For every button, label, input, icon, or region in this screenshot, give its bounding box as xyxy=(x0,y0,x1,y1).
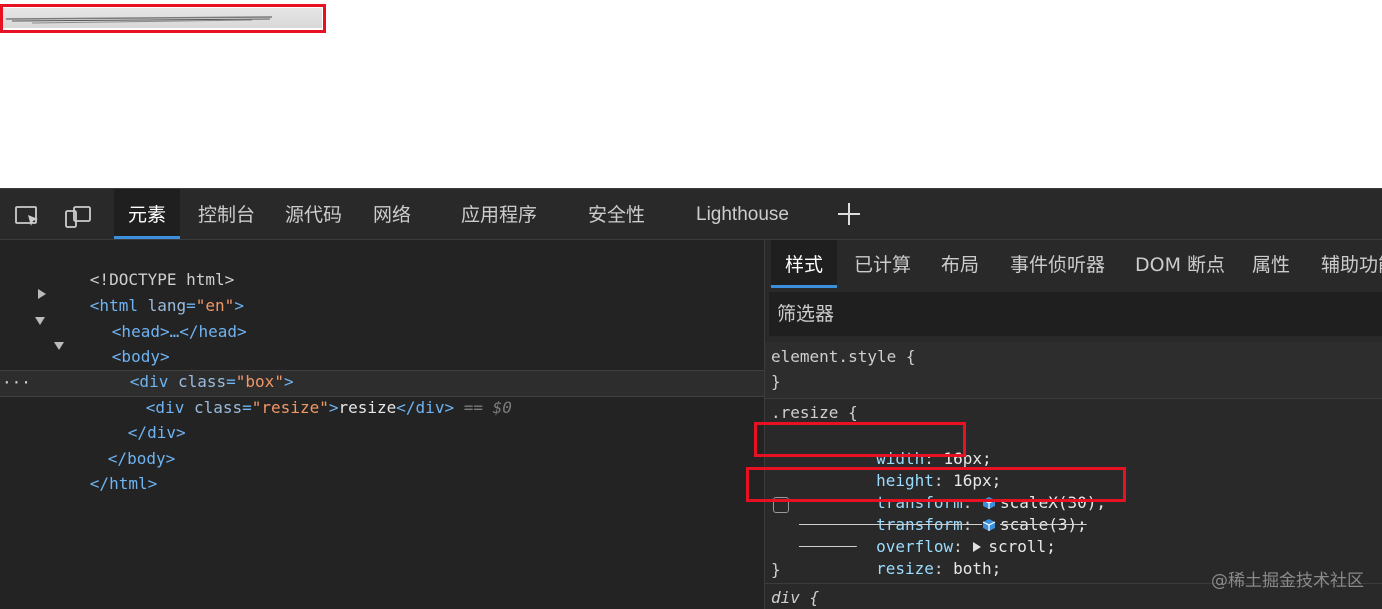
elements-tree: <!DOCTYPE html> <html lang="en"> <head>…… xyxy=(0,240,764,609)
div-close-line[interactable]: </div> xyxy=(70,395,186,442)
resize-rule-close: } xyxy=(771,560,781,579)
resize-selector[interactable]: .resize { xyxy=(771,402,858,424)
doctype-line[interactable]: <!DOCTYPE html> xyxy=(32,242,235,289)
resize-class-attr: class xyxy=(193,398,243,417)
collapse-triangle-icon[interactable] xyxy=(34,316,46,326)
tab-lighthouse[interactable]: Lighthouse xyxy=(696,189,789,239)
tab-application[interactable]: 应用程序 xyxy=(461,189,537,239)
devtools-panel: 元素 控制台 源代码 网络 应用程序 安全性 Lighthouse <!DOCT… xyxy=(0,188,1382,609)
html-open-line[interactable]: <html lang="en"> xyxy=(32,268,244,315)
tab-dom-breakpoints[interactable]: DOM 断点 xyxy=(1135,240,1225,288)
body-close-line[interactable]: </body> xyxy=(50,421,175,468)
page-viewport xyxy=(0,0,1382,188)
watermark: @稀土掘金技术社区 xyxy=(1211,571,1364,591)
declaration-resize[interactable]: resize: both; xyxy=(799,536,1001,578)
tab-security[interactable]: 安全性 xyxy=(588,189,645,239)
ellipsis-icon[interactable]: ··· xyxy=(2,370,31,395)
tab-network[interactable]: 网络 xyxy=(373,189,411,239)
tab-elements[interactable]: 元素 xyxy=(114,189,181,239)
add-tab-icon[interactable] xyxy=(836,201,862,227)
html-close-line[interactable]: </html> xyxy=(32,446,157,493)
tab-properties[interactable]: 属性 xyxy=(1252,240,1290,288)
expand-triangle-icon[interactable] xyxy=(37,288,47,300)
declaration-overflow[interactable]: overflow: scroll; xyxy=(799,514,1056,556)
resize-close-tag: </div> xyxy=(396,398,455,417)
devtools-toolbar: 元素 控制台 源代码 网络 应用程序 安全性 Lighthouse xyxy=(0,188,1382,240)
box-div-line[interactable]: <div class="box"> xyxy=(72,344,294,391)
selected-marker: == $0 xyxy=(463,398,512,417)
tab-layout[interactable]: 布局 xyxy=(941,240,979,288)
html-close-tag: </html> xyxy=(89,474,158,493)
body-open-line[interactable]: <body> xyxy=(54,319,170,366)
prop-name: resize xyxy=(876,559,934,578)
element-style-rule: element.style { } xyxy=(765,342,1382,399)
head-line[interactable]: <head>…</head> xyxy=(54,294,247,341)
div-selector[interactable]: div { xyxy=(771,587,819,609)
resize-div-line[interactable]: <div class="resize">resize</div> == $0 xyxy=(88,370,512,417)
tab-console[interactable]: 控制台 xyxy=(198,189,255,239)
device-toggle-icon[interactable] xyxy=(64,203,92,231)
filter-input[interactable]: 筛选器 xyxy=(769,292,1382,336)
highlight-box-transform xyxy=(746,467,1126,502)
element-style-close: } xyxy=(771,372,781,391)
tab-accessibility[interactable]: 辅助功能 xyxy=(1321,240,1382,288)
tab-sources[interactable]: 源代码 xyxy=(285,189,342,239)
tab-event-listeners[interactable]: 事件侦听器 xyxy=(1010,240,1105,288)
highlight-box-element xyxy=(0,4,326,33)
inspect-icon[interactable] xyxy=(14,203,42,231)
collapse-triangle-icon[interactable] xyxy=(53,341,65,351)
resize-text: resize xyxy=(338,398,397,417)
tab-computed[interactable]: 已计算 xyxy=(854,240,911,288)
element-style-selector[interactable]: element.style { xyxy=(771,346,916,368)
prop-value: both; xyxy=(953,559,1002,578)
tab-styles[interactable]: 样式 xyxy=(771,240,838,288)
resize-class-value: "resize" xyxy=(251,398,329,417)
highlight-box-width xyxy=(754,422,966,457)
